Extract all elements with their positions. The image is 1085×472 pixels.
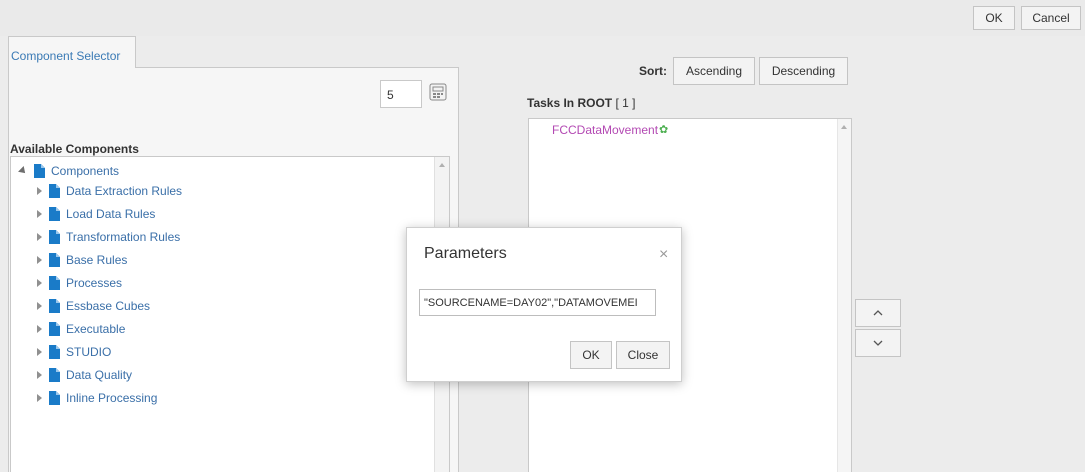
parameters-input[interactable] [419, 289, 656, 316]
top-toolbar [0, 0, 1085, 36]
tree-item[interactable]: STUDIO [11, 341, 111, 363]
tree-item-label: Processes [66, 276, 123, 290]
task-item-label: FCCDataMovement [552, 123, 659, 137]
tree-item-label: Base Rules [66, 253, 128, 267]
gear-icon[interactable]: ✿ [659, 124, 668, 136]
tree-item[interactable]: Base Rules [11, 249, 127, 271]
expand-arrow-icon[interactable] [37, 210, 42, 218]
dialog-close-button[interactable]: Close [616, 341, 670, 369]
expand-arrow-icon[interactable] [18, 166, 28, 176]
parameters-dialog: Parameters × OK Close [406, 227, 682, 382]
document-icon [49, 299, 60, 313]
tree-item-label: Transformation Rules [66, 230, 181, 244]
move-up-button[interactable] [855, 299, 901, 327]
chevron-up-icon [873, 310, 883, 316]
tree-root-label: Components [51, 164, 120, 178]
tree-item-label: Essbase Cubes [66, 299, 151, 313]
scroll-up-icon[interactable] [841, 125, 847, 129]
sort-label: Sort: [639, 64, 667, 78]
cancel-button[interactable]: Cancel [1021, 6, 1081, 30]
component-tree: Components Data Extraction Rules Load Da… [10, 156, 450, 472]
tree-item-label: Executable [66, 322, 126, 336]
expand-arrow-icon[interactable] [37, 348, 42, 356]
document-icon [49, 345, 60, 359]
descending-button[interactable]: Descending [759, 57, 848, 85]
document-icon [49, 184, 60, 198]
tree-item-label: Load Data Rules [66, 207, 156, 221]
tree-item[interactable]: Load Data Rules [11, 203, 155, 225]
document-icon [49, 230, 60, 244]
tab-component-selector[interactable]: Component Selector [8, 36, 136, 68]
document-icon [49, 253, 60, 267]
dialog-title: Parameters [424, 245, 507, 262]
dialog-ok-button[interactable]: OK [570, 341, 612, 369]
expand-arrow-icon[interactable] [37, 279, 42, 287]
tasks-count: [ 1 ] [615, 96, 636, 110]
tree-item[interactable]: Processes [11, 272, 122, 294]
document-icon [49, 207, 60, 221]
calculator-icon[interactable] [428, 83, 448, 101]
task-list-scrollbar[interactable] [837, 119, 851, 472]
tree-item[interactable]: Executable [11, 318, 125, 340]
chevron-down-icon [873, 340, 883, 346]
tree-item-label: Inline Processing [66, 391, 158, 405]
ok-button[interactable]: OK [973, 6, 1015, 30]
tree-item[interactable]: Data Extraction Rules [11, 180, 182, 202]
expand-arrow-icon[interactable] [37, 233, 42, 241]
tasks-title: Tasks In ROOT [ 1 ] [527, 96, 636, 110]
expand-arrow-icon[interactable] [37, 394, 42, 402]
tree-item-label: Data Extraction Rules [66, 184, 183, 198]
document-icon [49, 322, 60, 336]
move-down-button[interactable] [855, 329, 901, 357]
count-field[interactable]: 5 [380, 80, 422, 108]
expand-arrow-icon[interactable] [37, 256, 42, 264]
tree-root[interactable]: Components [11, 160, 119, 182]
tree-item[interactable]: Inline Processing [11, 387, 157, 409]
document-icon [49, 391, 60, 405]
tree-item[interactable]: Essbase Cubes [11, 295, 150, 317]
tree-item-label: Data Quality [66, 368, 133, 382]
expand-arrow-icon[interactable] [37, 302, 42, 310]
expand-arrow-icon[interactable] [37, 187, 42, 195]
tree-item-label: STUDIO [66, 345, 112, 359]
available-components-title: Available Components [10, 142, 139, 156]
document-icon [49, 368, 60, 382]
task-item[interactable]: FCCDataMovement ✿ [552, 123, 668, 137]
scroll-up-icon[interactable] [439, 163, 445, 167]
tree-item[interactable]: Data Quality [11, 364, 132, 386]
document-icon [49, 276, 60, 290]
tree-item[interactable]: Transformation Rules [11, 226, 180, 248]
expand-arrow-icon[interactable] [37, 325, 42, 333]
close-icon[interactable]: × [659, 247, 668, 263]
ascending-button[interactable]: Ascending [673, 57, 755, 85]
expand-arrow-icon[interactable] [37, 371, 42, 379]
document-icon [34, 164, 45, 178]
tasks-title-text: Tasks In ROOT [527, 96, 613, 110]
